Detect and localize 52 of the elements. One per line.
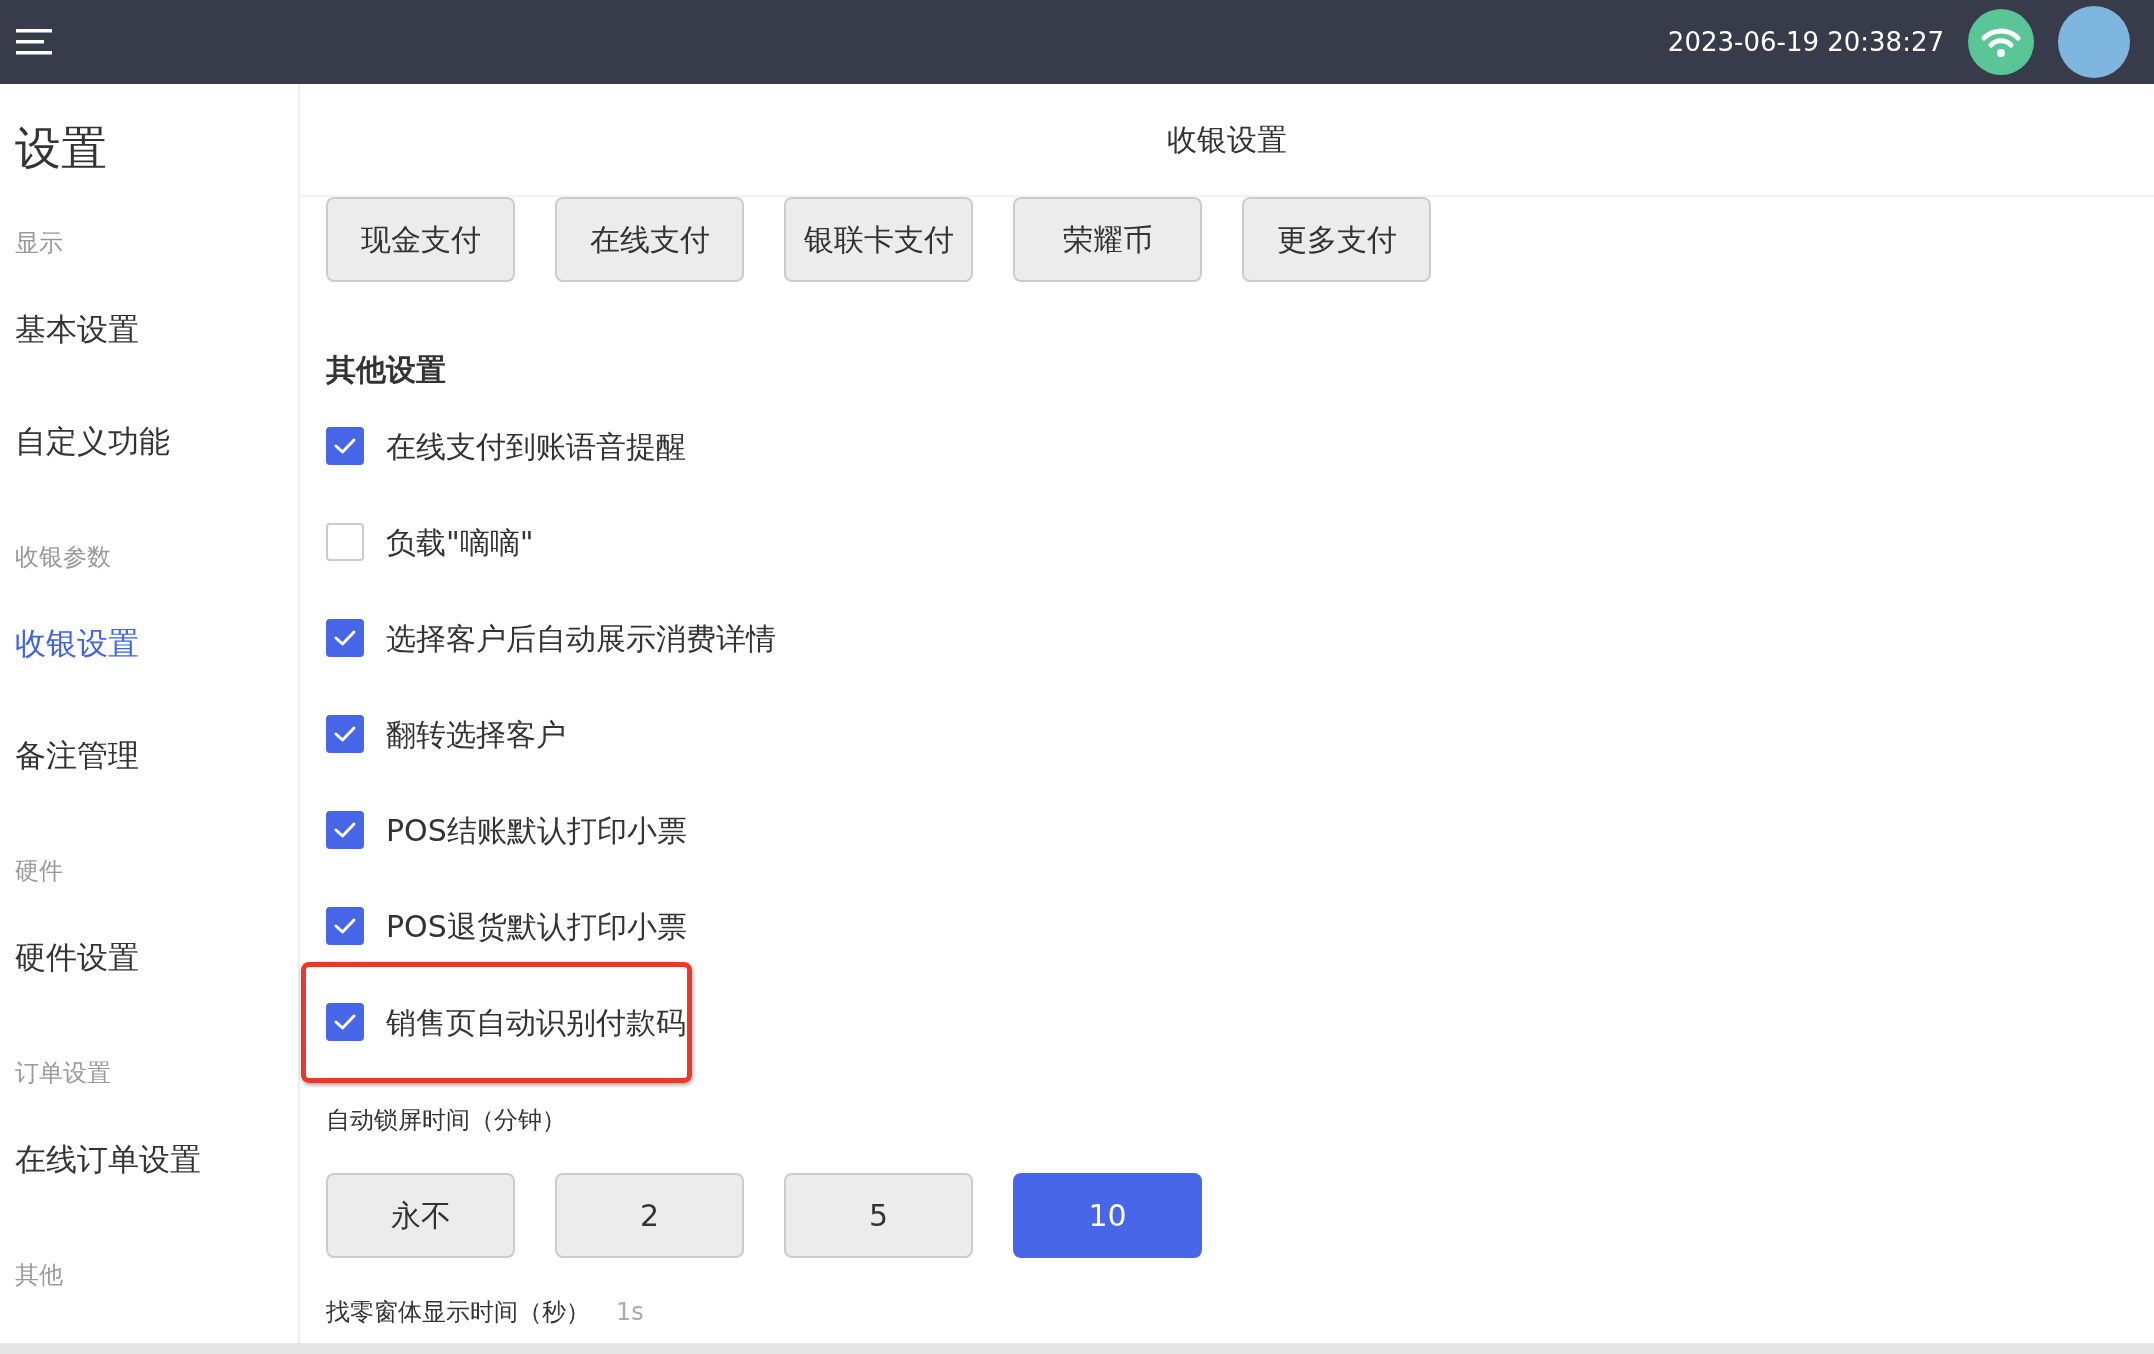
checkbox[interactable] — [326, 811, 364, 849]
option-label: 翻转选择客户 — [386, 715, 566, 754]
time-option[interactable]: 2 — [555, 1173, 744, 1258]
option-label: POS结账默认打印小票 — [386, 811, 687, 850]
check-icon — [333, 820, 357, 840]
setting-label: 自动锁屏时间（分钟） — [326, 1105, 567, 1136]
checkbox[interactable] — [326, 907, 364, 945]
payment-button[interactable]: 在线支付 — [555, 197, 744, 282]
sidebar-item[interactable]: 收银设置 — [15, 587, 298, 699]
option-label: 负载"嘀嘀" — [386, 523, 534, 562]
date-time: 2023-06-19 20:38:27 — [1667, 25, 1944, 59]
check-icon — [333, 436, 357, 456]
sidebar-item[interactable]: 基本设置 — [15, 273, 298, 385]
payment-button[interactable]: 荣耀币 — [1013, 197, 1202, 282]
check-icon — [333, 628, 357, 648]
option-label: POS退货默认打印小票 — [386, 907, 687, 946]
option-row[interactable]: POS结账默认打印小票 — [326, 807, 687, 853]
section-label: 显示 — [15, 228, 64, 259]
menu-icon[interactable] — [15, 27, 53, 57]
sidebar-item[interactable]: 硬件设置 — [15, 901, 298, 1013]
option-label: 选择客户后自动展示消费详情 — [386, 619, 776, 658]
checkbox[interactable] — [326, 715, 364, 753]
option-row[interactable]: 选择客户后自动展示消费详情 — [326, 615, 776, 661]
check-icon — [333, 1012, 357, 1032]
payment-button[interactable]: 现金支付 — [326, 197, 515, 282]
option-label: 在线支付到账语音提醒 — [386, 427, 686, 466]
sidebar-item[interactable]: 在线订单设置 — [15, 1103, 298, 1215]
setting-label: 找零窗体显示时间（秒） — [326, 1297, 590, 1328]
section-label: 其他 — [15, 1260, 64, 1291]
option-row[interactable]: 翻转选择客户 — [326, 711, 566, 757]
option-row[interactable]: POS退货默认打印小票 — [326, 903, 687, 949]
checkbox[interactable] — [326, 619, 364, 657]
time-option[interactable]: 永不 — [326, 1173, 515, 1258]
checkbox[interactable] — [326, 427, 364, 465]
option-row[interactable]: 负载"嘀嘀" — [326, 519, 534, 565]
sidebar-title: 设置 — [15, 120, 108, 177]
payment-button[interactable]: 更多支付 — [1242, 197, 1431, 282]
section-label: 硬件 — [15, 856, 64, 887]
setting-value: 1s — [616, 1297, 644, 1328]
payment-button[interactable]: 银联卡支付 — [784, 197, 973, 282]
option-row[interactable]: 在线支付到账语音提醒 — [326, 423, 686, 469]
check-icon — [333, 724, 357, 744]
section-heading: 其他设置 — [326, 351, 447, 389]
checkbox[interactable] — [326, 1003, 364, 1041]
sidebar-item[interactable]: 自定义功能 — [15, 385, 298, 497]
section-label: 订单设置 — [15, 1058, 112, 1089]
sidebar-item[interactable]: 备注管理 — [15, 699, 298, 811]
section-label: 收银参数 — [15, 542, 112, 573]
option-label: 销售页自动识别付款码 — [386, 1003, 686, 1042]
time-option[interactable]: 5 — [784, 1173, 973, 1258]
time-option[interactable]: 10 — [1013, 1173, 1202, 1258]
check-icon — [333, 916, 357, 936]
